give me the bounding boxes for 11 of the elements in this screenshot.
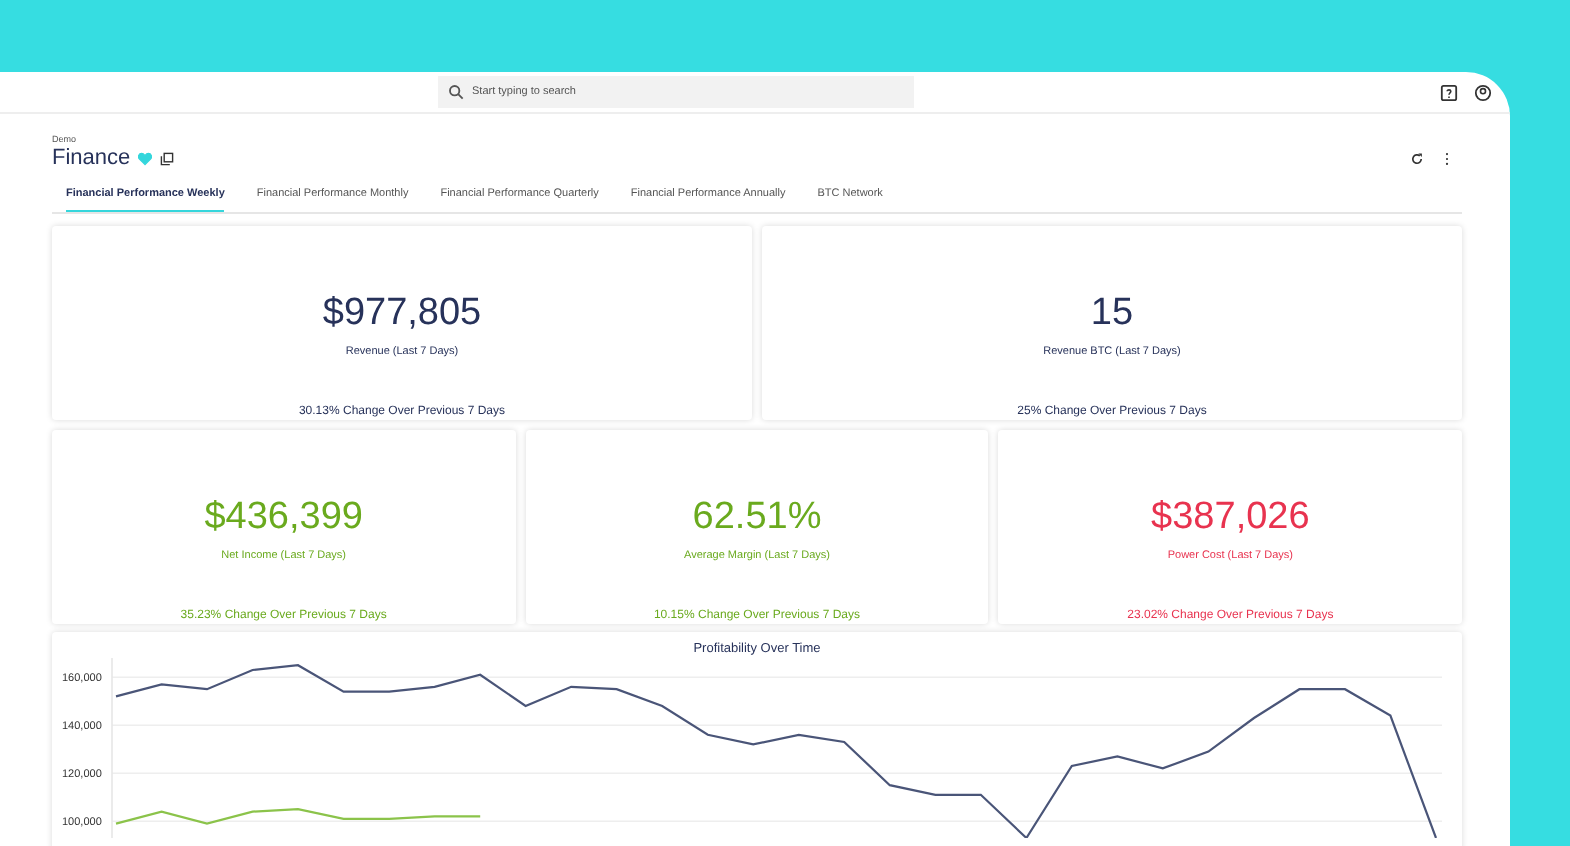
account-icon[interactable] xyxy=(1474,83,1492,101)
kpi-value: $977,805 xyxy=(322,292,482,336)
dashboard-title: Finance xyxy=(52,146,131,170)
help-icon[interactable] xyxy=(1440,83,1458,101)
kpi-value: 15 xyxy=(1090,292,1134,336)
kpi-value: $436,399 xyxy=(204,496,363,540)
kpi-value: $387,026 xyxy=(1151,496,1310,540)
refresh-icon[interactable] xyxy=(1410,151,1424,165)
copy-icon[interactable] xyxy=(160,151,175,165)
search-icon xyxy=(448,84,464,100)
kpi-value: 62.51% xyxy=(692,496,822,540)
